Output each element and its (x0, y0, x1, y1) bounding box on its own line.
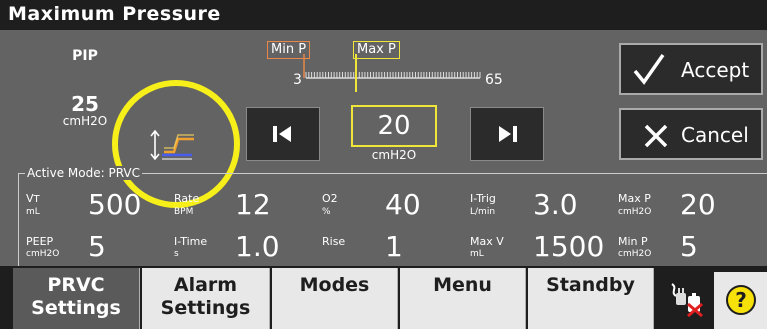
itrig-value[interactable]: 3.0 (533, 190, 578, 220)
itrig-label: I-Trig (470, 192, 496, 205)
tab-menu[interactable]: Menu (400, 268, 526, 329)
vt-label: VT (26, 192, 40, 206)
accept-button[interactable]: Accept (619, 43, 763, 95)
vt-unit: mL (26, 207, 40, 217)
power-plug-icon[interactable] (664, 280, 706, 318)
rise-value[interactable]: 1 (385, 232, 403, 262)
rate-value[interactable]: 12 (235, 190, 271, 220)
title-bar: Maximum Pressure (0, 0, 767, 30)
cancel-button-label: Cancel (681, 123, 749, 147)
maxv-label: Max V (470, 235, 504, 248)
power-plug-svg (671, 283, 703, 318)
peep-value[interactable]: 5 (88, 232, 106, 262)
itime-label: I-Time (174, 235, 208, 248)
rise-label: Rise (322, 235, 346, 248)
tab-alarm-settings[interactable]: Alarm Settings (142, 268, 270, 329)
pip-label: PIP (72, 48, 98, 64)
rate-unit: BPM (174, 207, 194, 217)
pip-unit: cmH2O (62, 114, 108, 128)
maxv-unit: mL (470, 249, 484, 259)
vt-label-main: V (26, 192, 34, 205)
maxp-value[interactable]: 20 (680, 190, 716, 220)
tab-modes-label: Modes (299, 274, 370, 296)
o2-value[interactable]: 40 (385, 190, 421, 220)
vt-label-sub: T (33, 194, 40, 205)
peep-unit: cmH2O (26, 249, 60, 259)
peep-label: PEEP (26, 235, 54, 248)
tab-prvc-settings[interactable]: PRVC Settings (13, 268, 140, 329)
accept-button-label: Accept (681, 58, 750, 82)
active-mode-label: Active Mode: PRVC (25, 166, 142, 180)
o2-unit: % (322, 207, 331, 217)
setting-value-box[interactable]: 20 (351, 105, 437, 147)
cancel-button[interactable]: Cancel (619, 108, 763, 160)
pressure-range-scale[interactable] (300, 54, 485, 94)
setting-unit: cmH2O (371, 148, 417, 162)
maxp-label: Max P (618, 192, 651, 205)
page-title: Maximum Pressure (8, 3, 221, 25)
vt-value[interactable]: 500 (88, 190, 141, 220)
tab-standby[interactable]: Standby (528, 268, 654, 329)
x-icon (644, 124, 668, 148)
minp-label: Min P (618, 235, 648, 248)
itime-unit: s (174, 249, 179, 259)
scale-svg (303, 54, 481, 92)
minp-value[interactable]: 5 (680, 232, 698, 262)
tab-menu-label: Menu (433, 274, 492, 296)
help-icon: ? (726, 285, 756, 315)
tab-modes[interactable]: Modes (272, 268, 398, 329)
increment-to-max-button[interactable] (470, 107, 544, 161)
rate-label: Rate (174, 192, 200, 205)
scale-max-value: 65 (485, 72, 503, 88)
minp-unit: cmH2O (618, 249, 652, 259)
main-panel: PIP 25 cmH2O Min P Max P 3 65 20 cmH2O A… (0, 30, 767, 295)
skip-forward-icon (499, 126, 517, 142)
tab-prvc-line1: PRVC (47, 274, 105, 296)
help-button[interactable]: ? (714, 272, 767, 329)
checkmark-icon (633, 53, 665, 85)
tab-alarm-line2: Settings (160, 297, 251, 319)
tab-alarm-line1: Alarm (173, 274, 238, 296)
tab-prvc-line2: Settings (31, 297, 121, 319)
maxp-unit: cmH2O (618, 207, 652, 217)
o2-label: O2 (322, 192, 338, 205)
maxv-value[interactable]: 1500 (533, 232, 604, 262)
itime-value[interactable]: 1.0 (235, 232, 280, 262)
decrement-to-min-button[interactable] (246, 107, 320, 161)
skip-back-icon (273, 126, 291, 142)
itrig-unit: L/min (470, 207, 496, 217)
pip-value: 25 (71, 92, 99, 116)
tab-standby-label: Standby (546, 274, 635, 296)
